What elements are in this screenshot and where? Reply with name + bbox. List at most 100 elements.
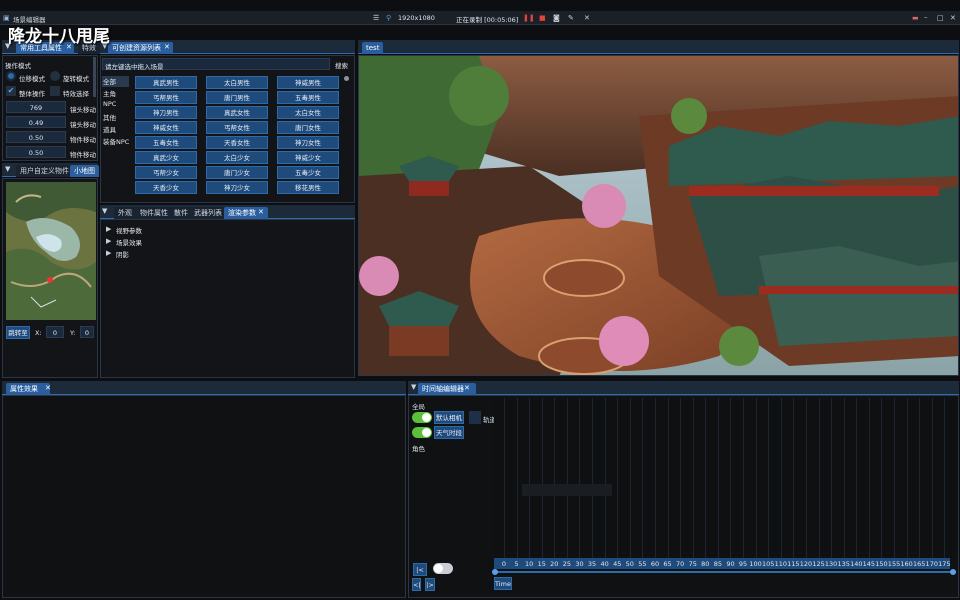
resource-button[interactable]: 太白女性 [277,106,339,119]
time-axis[interactable]: 0 5 10 15 20 25 30 35 40 45 50 55 60 65 70 75 80 85 90 95 10… [494,558,951,569]
minimap[interactable] [6,182,96,320]
camera-icon[interactable]: ◙ [553,13,560,23]
y-input[interactable]: 0 [80,326,94,338]
timeline-gridline [906,398,908,558]
param-label-4: 物件移动 [70,151,96,159]
toggle-camera[interactable] [412,412,432,423]
resource-button[interactable]: 神刀少女 [206,181,268,194]
radio-rotate-label: 旋转模式 [63,75,89,83]
playback-toggle[interactable] [433,563,453,574]
tree-item-scene[interactable]: 场景效果 [116,237,142,247]
check-whole[interactable]: ✔ [6,86,16,96]
resource-button[interactable]: 神威男性 [277,76,339,89]
tab-custom-objects[interactable]: 用户自定义物件 [16,165,73,177]
resource-button[interactable]: 天香少女 [135,181,197,194]
tab-close-icon-4[interactable]: ✕ [45,383,51,393]
resource-button[interactable]: 丐帮男性 [135,91,197,104]
jump-to-button[interactable]: 跳转至 [6,326,30,339]
menu-icon[interactable]: ☰ [373,13,379,23]
minimize-icon[interactable]: – [924,12,928,22]
maximize-icon[interactable]: □ [937,13,944,23]
stop-icon[interactable]: ■ [539,13,546,23]
panel-menu-icon-5[interactable]: ▼ [411,382,416,392]
resource-button[interactable]: 唐门少女 [206,166,268,179]
resource-button[interactable]: 神威少女 [277,151,339,164]
resource-button[interactable]: 移花男性 [277,181,339,194]
resource-button[interactable]: 神刀男性 [135,106,197,119]
timeline-first-button[interactable]: |< [413,563,427,576]
pin-icon[interactable]: ⚲ [386,13,391,23]
param-value-4[interactable]: 0.50 [6,146,66,158]
tree-item-view[interactable]: 视野参数 [116,225,142,235]
radio-rotate[interactable] [50,71,60,81]
category-item[interactable]: NPC [102,100,129,111]
resource-button[interactable]: 神刀女性 [277,136,339,149]
window-restore-icon[interactable]: ▬ [912,13,919,23]
resource-button[interactable]: 丐帮少女 [135,166,197,179]
resource-button[interactable]: 太白少女 [206,151,268,164]
timeline-grid[interactable] [494,398,956,558]
panel-menu-icon-4[interactable]: ▼ [102,206,107,216]
tab-parts[interactable]: 散件 [170,207,192,219]
param-value-3[interactable]: 0.50 [6,131,66,143]
resource-button[interactable]: 五毒少女 [277,166,339,179]
resource-button[interactable]: 神威女性 [135,121,197,134]
time-scrubber[interactable] [494,571,956,573]
tab-viewport-test[interactable]: test [362,42,384,54]
time-tick-label: 155 [887,560,901,568]
scrubber-end-handle[interactable] [950,569,956,575]
tab-object-props[interactable]: 物件属性 [136,207,172,219]
pause-icon[interactable]: ❚❚ [523,13,535,23]
timeline-prev-button[interactable]: <| [412,578,421,591]
panel-menu-icon-2[interactable]: ▼ [5,164,10,174]
tab-close-icon-5[interactable]: ✕ [464,383,470,393]
category-item[interactable]: 全部 [102,76,129,87]
check-effect[interactable] [50,86,60,96]
resource-button[interactable]: 五毒女性 [135,136,197,149]
tab-close-icon-3[interactable]: ✕ [258,207,264,217]
pen-icon[interactable]: ✎ [568,13,574,23]
resource-button[interactable]: 真武少女 [135,151,197,164]
resource-button[interactable]: 太白男性 [206,76,268,89]
resource-scrollbar[interactable] [344,76,349,81]
param-value-1[interactable]: 769 [6,101,66,113]
time-tick-label: 175 [938,560,951,568]
close-icon[interactable]: ✕ [950,13,956,23]
radio-move[interactable] [6,71,16,81]
scene-viewport[interactable] [358,55,959,376]
tab-weapon-list[interactable]: 武器列表 [190,207,226,219]
resource-button[interactable]: 真武男性 [135,76,197,89]
resource-button[interactable]: 唐门女性 [277,121,339,134]
category-item[interactable]: 主角 [102,88,129,99]
category-item[interactable]: 道具 [102,124,129,135]
toggle-weather[interactable] [412,427,432,438]
scrubber-start-handle[interactable] [492,569,498,575]
search-button[interactable]: 搜索 [335,60,348,70]
timeline-gridline [717,398,719,558]
resource-button[interactable]: 五毒男性 [277,91,339,104]
close-record-icon[interactable]: ✕ [584,13,590,23]
viewport-tabbar [358,40,959,54]
tab-close-icon-2[interactable]: ✕ [164,42,170,52]
expand-icon-2[interactable]: ▶ [106,236,111,246]
category-item[interactable]: 其他 [102,112,129,123]
timeline-next-button[interactable]: |> [425,578,435,591]
tab-effects-props[interactable]: 属性效果 [6,383,50,395]
tool-scrollbar[interactable] [93,57,96,97]
category-item[interactable]: 装备NPC [102,136,129,147]
resource-button[interactable]: 天香女性 [206,136,268,149]
expand-icon-3[interactable]: ▶ [106,248,111,258]
search-input[interactable]: 请左键选中拖入场景 [102,58,330,71]
resource-button[interactable]: 唐门男性 [206,91,268,104]
track-default-camera[interactable]: 默认相机 [434,411,464,424]
tree-item-shadow[interactable]: 阴影 [116,249,129,259]
track-weather-time[interactable]: 天气时段 [434,426,464,439]
x-input[interactable]: 0 [46,326,64,338]
resource-button[interactable]: 丐帮女性 [206,121,268,134]
expand-icon-1[interactable]: ▶ [106,224,111,234]
param-value-2[interactable]: 0.49 [6,116,66,128]
resource-button[interactable]: 真武女性 [206,106,268,119]
tab-minimap[interactable]: 小地图 [70,165,99,177]
time-tick-label: 60 [650,560,660,568]
tab-appearance[interactable]: 外观 [114,207,136,219]
